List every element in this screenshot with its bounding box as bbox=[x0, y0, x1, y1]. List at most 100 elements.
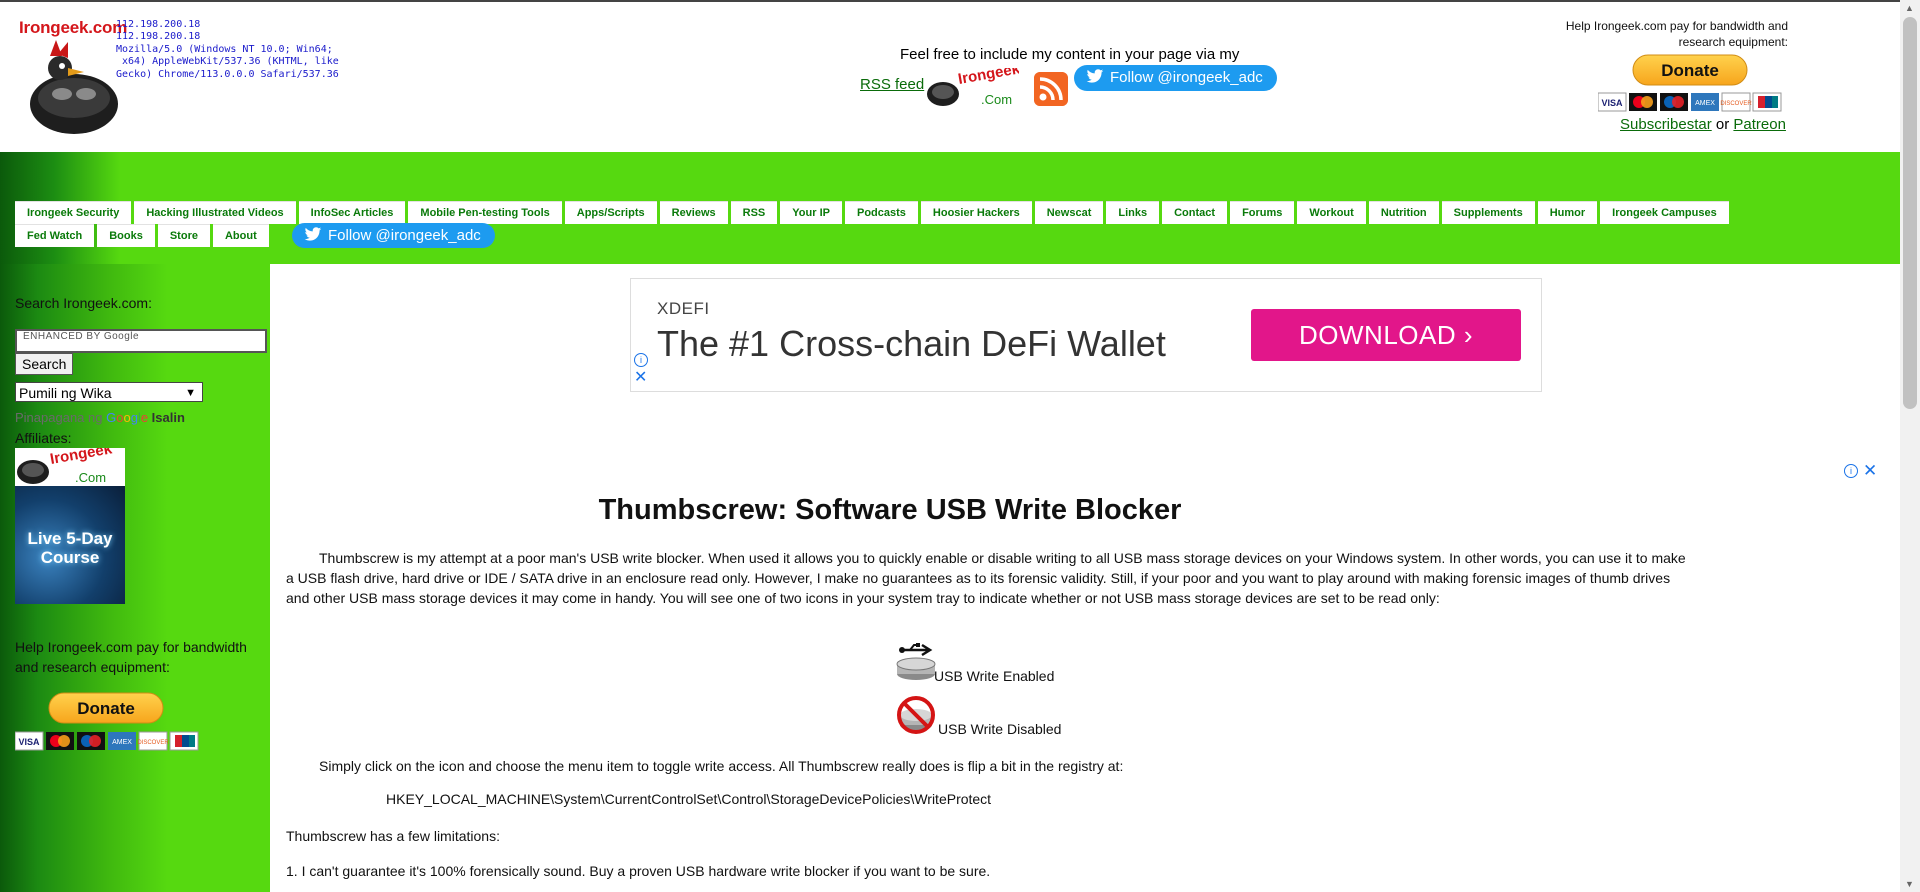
search-label: Search Irongeek.com: bbox=[15, 295, 152, 311]
course-text: Live 5-Day Course bbox=[27, 529, 113, 567]
nav-tab-about[interactable]: About bbox=[212, 224, 269, 247]
google-translate-credit: Pinapagana ng Google Isalin bbox=[15, 410, 185, 425]
nav-tab-nutrition[interactable]: Nutrition bbox=[1368, 201, 1439, 224]
scroll-up-arrow-icon[interactable]: ▲ bbox=[1905, 3, 1914, 13]
ad-brand: XDEFI bbox=[657, 299, 710, 318]
scrollbar-thumb[interactable] bbox=[1903, 17, 1917, 409]
registry-path: HKEY_LOCAL_MACHINE\System\CurrentControl… bbox=[386, 791, 992, 807]
svg-text:VISA: VISA bbox=[1601, 98, 1623, 108]
nav-tab-hacking-illustrated-videos[interactable]: Hacking Illustrated Videos bbox=[134, 201, 296, 224]
main-nav-row-2: Fed Watch Books Store About bbox=[15, 224, 272, 247]
subscribestar-link[interactable]: Subscribestar bbox=[1620, 116, 1712, 133]
scroll-down-arrow-icon[interactable]: ▼ bbox=[1905, 879, 1914, 889]
payment-cards-icon: VISA AMEX DISCOVER bbox=[1598, 92, 1782, 112]
site-logo-text: Irongeek.com bbox=[19, 18, 128, 37]
nav-tab-store[interactable]: Store bbox=[157, 224, 210, 247]
ua-line: x64) AppleWebKit/537.36 (KHTML, like bbox=[116, 56, 339, 68]
svg-text:VISA: VISA bbox=[18, 737, 40, 747]
nav-tab-your-ip[interactable]: Your IP bbox=[780, 201, 842, 224]
search-placeholder: ENHANCED BY Google bbox=[23, 331, 140, 342]
language-select[interactable]: Pumili ng Wika ▼ bbox=[15, 382, 203, 402]
rss-icon[interactable] bbox=[1034, 72, 1068, 106]
site-search-input[interactable]: ENHANCED BY Google bbox=[15, 329, 267, 353]
svg-text:AMEX: AMEX bbox=[1695, 100, 1715, 107]
nav-tab-infosec-articles[interactable]: InfoSec Articles bbox=[298, 201, 406, 224]
nav-twitter-follow-label: Follow @irongeek_adc bbox=[328, 227, 481, 244]
mini-logo-sub: .Com bbox=[981, 92, 1012, 107]
affiliates-label: Affiliates: bbox=[15, 430, 72, 446]
ad-headline: The #1 Cross-chain DeFi Wallet bbox=[657, 323, 1166, 364]
page-scrollbar[interactable]: ▲ ▼ bbox=[1900, 0, 1920, 892]
paypal-donate-button[interactable]: Donate bbox=[1632, 54, 1748, 86]
sidebar-donate-label: Donate bbox=[77, 699, 135, 718]
ad-info-icon[interactable]: i bbox=[634, 353, 648, 367]
nav-tab-apps-scripts[interactable]: Apps/Scripts bbox=[564, 201, 657, 224]
ua-line: Gecko) Chrome/113.0.0.0 Safari/537.36 bbox=[116, 68, 339, 80]
nav-tab-humor[interactable]: Humor bbox=[1537, 201, 1598, 224]
affiliate-irongeek-logo[interactable]: Irongeek .Com bbox=[15, 448, 125, 486]
twitter-follow-button[interactable]: Follow @irongeek_adc bbox=[1074, 65, 1277, 91]
nav-tab-workout[interactable]: Workout bbox=[1297, 201, 1366, 224]
google-letter: G bbox=[106, 410, 117, 425]
donate-label: Donate bbox=[1661, 61, 1719, 80]
twitter-bird-icon bbox=[1086, 69, 1104, 83]
usb-write-disabled-icon bbox=[897, 696, 935, 734]
ad-close-icon[interactable]: ✕ bbox=[634, 370, 647, 386]
feed-text: Feel free to include my content in your … bbox=[900, 46, 1240, 63]
nav-tab-links[interactable]: Links bbox=[1106, 201, 1160, 224]
usb-disabled-label: USB Write Disabled bbox=[938, 721, 1062, 737]
nav-tab-books[interactable]: Books bbox=[97, 224, 155, 247]
nav-tab-mobile-pen-testing-tools[interactable]: Mobile Pen-testing Tools bbox=[408, 201, 562, 224]
nav-tab-fed-watch[interactable]: Fed Watch bbox=[15, 224, 95, 247]
main-content: XDEFI The #1 Cross-chain DeFi Wallet DOW… bbox=[270, 264, 1900, 892]
svg-text:AMEX: AMEX bbox=[112, 739, 132, 746]
ua-line: 112.198.200.18 bbox=[116, 31, 201, 43]
svg-text:DISCOVER: DISCOVER bbox=[137, 740, 169, 746]
sidebar-paypal-donate-button[interactable]: Donate bbox=[48, 692, 164, 724]
nav-tab-contact[interactable]: Contact bbox=[1162, 201, 1228, 224]
irongeek-mini-logo-icon[interactable]: Irongeek .Com bbox=[925, 68, 1019, 108]
article-paragraph-toggle: Simply click on the icon and choose the … bbox=[319, 758, 1124, 774]
ua-line: Mozilla/5.0 (Windows NT 10.0; Win64; bbox=[116, 43, 333, 55]
xdefi-ad-banner[interactable]: XDEFI The #1 Cross-chain DeFi Wallet DOW… bbox=[630, 278, 1542, 392]
svg-text:DISCOVER: DISCOVER bbox=[1720, 101, 1752, 107]
patreon-link[interactable]: Patreon bbox=[1733, 116, 1786, 133]
google-letter: o bbox=[123, 410, 131, 425]
main-nav-row-1: Irongeek Security Hacking Illustrated Vi… bbox=[15, 201, 1732, 224]
language-select-value: Pumili ng Wika bbox=[19, 385, 112, 401]
article-paragraph-limitations: Thumbscrew has a few limitations: bbox=[286, 828, 500, 844]
nav-tab-hoosier-hackers[interactable]: Hoosier Hackers bbox=[920, 201, 1032, 224]
rss-feed-link[interactable]: RSS feed bbox=[860, 76, 924, 93]
nav-tab-reviews[interactable]: Reviews bbox=[659, 201, 728, 224]
ad-download-button[interactable]: DOWNLOAD › bbox=[1251, 309, 1521, 361]
mini-logo-text: Irongeek bbox=[957, 68, 1019, 88]
nav-tab-irongeek-security[interactable]: Irongeek Security bbox=[15, 201, 132, 224]
nav-tab-podcasts[interactable]: Podcasts bbox=[844, 201, 918, 224]
article-limitation-1: 1. I can't guarantee it's 100% forensica… bbox=[286, 863, 991, 879]
site-logo-block[interactable]: Irongeek.com 112.198.200.18 112.198.200.… bbox=[16, 16, 390, 134]
nav-twitter-follow-button[interactable]: Follow @irongeek_adc bbox=[292, 223, 495, 248]
left-sidebar: Search Irongeek.com: ENHANCED BY Google … bbox=[0, 264, 270, 892]
nav-tab-irongeek-campuses[interactable]: Irongeek Campuses bbox=[1600, 201, 1729, 224]
twitter-bird-icon bbox=[304, 227, 322, 241]
article-paragraph-intro: Thumbscrew is my attempt at a poor man's… bbox=[286, 550, 1686, 606]
translate-link[interactable]: Isalin bbox=[152, 410, 185, 425]
chevron-down-icon: ▼ bbox=[185, 387, 196, 399]
ua-line: 112.198.200.18 bbox=[116, 19, 201, 30]
ad-choices-info-icon[interactable]: i bbox=[1844, 464, 1858, 478]
support-links: Subscribestar or Patreon bbox=[1620, 116, 1786, 133]
usb-write-enabled-icon bbox=[896, 643, 936, 680]
google-letter: e bbox=[140, 410, 149, 425]
nav-tab-newscat[interactable]: Newscat bbox=[1034, 201, 1104, 224]
ad-choices-close-icon[interactable]: ✕ bbox=[1863, 461, 1877, 481]
nav-tab-rss[interactable]: RSS bbox=[730, 201, 778, 224]
twitter-follow-label: Follow @irongeek_adc bbox=[1110, 69, 1263, 86]
search-button[interactable]: Search bbox=[15, 353, 74, 375]
visitor-ip-useragent: 112.198.200.18 112.198.200.18 Mozilla/5.… bbox=[116, 19, 396, 81]
google-letter: g bbox=[130, 410, 138, 425]
aff-logo-sub: .Com bbox=[75, 470, 106, 485]
live-course-banner[interactable]: Live 5-Day Course bbox=[15, 486, 125, 604]
nav-tab-forums[interactable]: Forums bbox=[1230, 201, 1295, 224]
article-title: Thumbscrew: Software USB Write Blocker bbox=[598, 494, 1182, 526]
nav-tab-supplements[interactable]: Supplements bbox=[1441, 201, 1535, 224]
